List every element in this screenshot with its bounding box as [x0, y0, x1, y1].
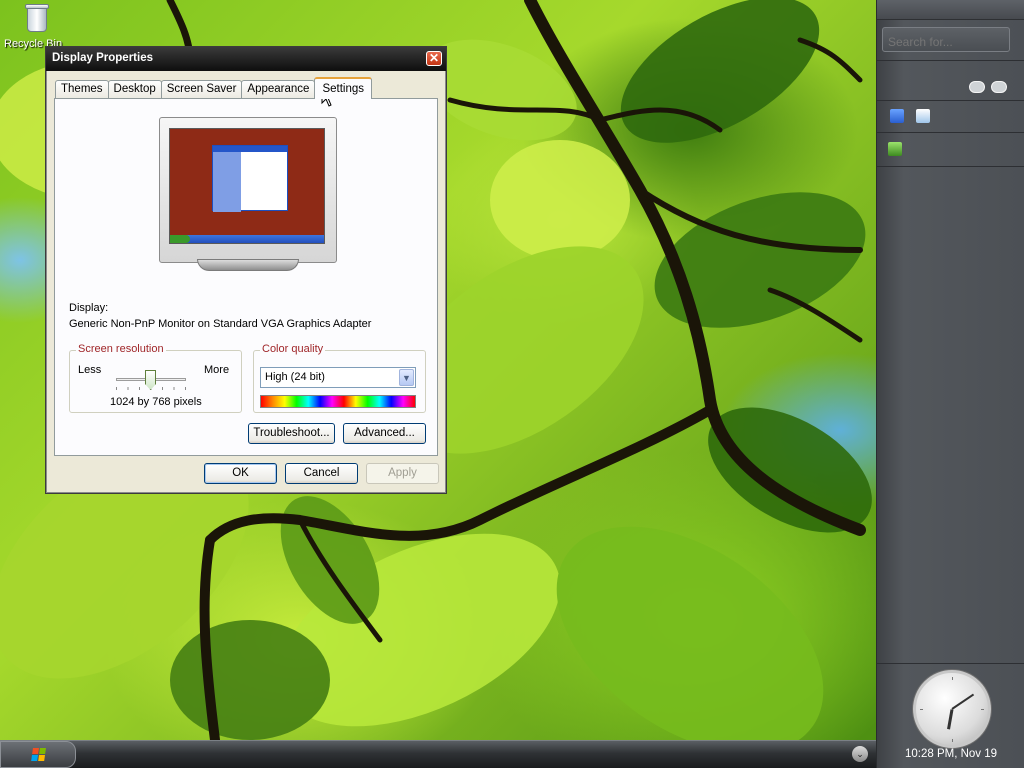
- color-quality-legend: Color quality: [260, 343, 326, 355]
- cancel-button[interactable]: Cancel: [285, 463, 358, 484]
- color-quality-select[interactable]: High (24 bit) ▼: [260, 367, 416, 388]
- sidebar-search-input[interactable]: [882, 27, 1010, 52]
- gadget-icon[interactable]: [888, 142, 902, 156]
- resolution-less-label: Less: [78, 364, 102, 376]
- display-label: Display:: [69, 302, 109, 314]
- clock-datetime: 10:28 PM, Nov 19: [904, 748, 998, 760]
- gadget-icon[interactable]: [916, 109, 930, 123]
- windows-flag-icon: [31, 748, 47, 762]
- dropdown-arrow-icon[interactable]: ▼: [399, 369, 414, 386]
- clock-icon[interactable]: [913, 670, 991, 748]
- screen-resolution-legend: Screen resolution: [76, 343, 166, 355]
- advanced-button[interactable]: Advanced...: [343, 423, 426, 444]
- apply-button[interactable]: Apply: [366, 463, 439, 484]
- sidebar-top-strip: [877, 0, 1024, 20]
- tab-screen-saver[interactable]: Screen Saver: [160, 80, 243, 99]
- resolution-value: 1024 by 768 pixels: [110, 396, 202, 408]
- color-spectrum-bar: [260, 395, 416, 408]
- tab-appearance[interactable]: Appearance: [241, 80, 316, 99]
- display-properties-dialog: Display Properties ✕ Themes Desktop Scre…: [45, 46, 447, 494]
- sidebar: 10:28 PM, Nov 19: [876, 0, 1024, 768]
- tab-desktop[interactable]: Desktop: [107, 80, 162, 99]
- close-icon: ✕: [428, 51, 440, 65]
- color-quality-value: High (24 bit): [265, 371, 325, 383]
- taskbar: ⌄: [0, 740, 876, 768]
- screen-resolution-group: Screen resolution Less More 1024 by 768 …: [69, 343, 242, 413]
- display-adapter-text: Generic Non-PnP Monitor on Standard VGA …: [69, 318, 372, 330]
- chat-icon[interactable]: [969, 81, 985, 93]
- chat-icon[interactable]: [991, 81, 1007, 93]
- recycle-bin-shortcut[interactable]: Recycle Bin: [4, 0, 70, 50]
- color-quality-group: Color quality High (24 bit) ▼: [253, 343, 426, 413]
- resolution-more-label: More: [204, 364, 230, 376]
- recycle-bin-icon: [23, 2, 51, 34]
- start-button[interactable]: [0, 741, 76, 768]
- dialog-title: Display Properties: [52, 52, 153, 64]
- close-button[interactable]: ✕: [426, 51, 442, 66]
- troubleshoot-button[interactable]: Troubleshoot...: [248, 423, 335, 444]
- settings-panel: Display: Generic Non-PnP Monitor on Stan…: [54, 98, 438, 456]
- dialog-titlebar[interactable]: Display Properties ✕: [46, 47, 446, 71]
- monitor-preview-icon: [159, 117, 337, 271]
- ok-button[interactable]: OK: [204, 463, 277, 484]
- tab-settings[interactable]: Settings: [314, 77, 373, 99]
- chevron-down-icon[interactable]: ⌄: [852, 746, 868, 762]
- gadget-icon[interactable]: [890, 109, 904, 123]
- tab-strip: Themes Desktop Screen Saver Appearance S…: [55, 77, 373, 99]
- tab-themes[interactable]: Themes: [55, 80, 109, 99]
